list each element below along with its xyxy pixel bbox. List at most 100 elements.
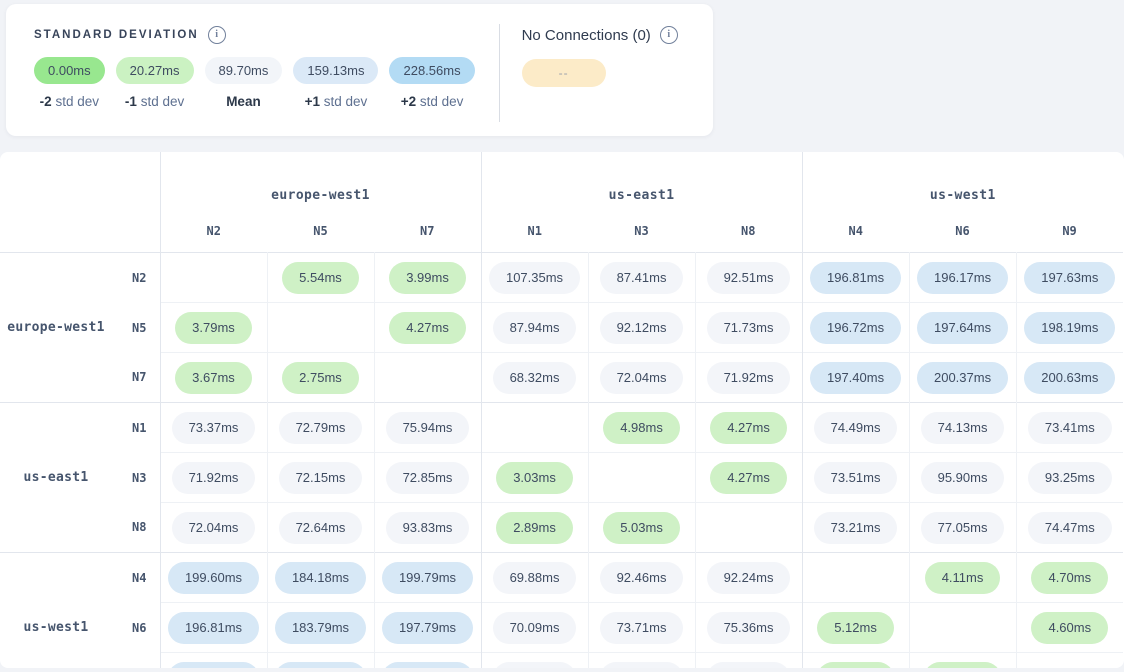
- latency-value-pill[interactable]: 74.49ms: [814, 412, 898, 444]
- latency-cell: [481, 403, 588, 453]
- latency-value-pill[interactable]: 68.32ms: [493, 362, 577, 394]
- latency-value-pill[interactable]: 197.64ms: [917, 312, 1008, 344]
- latency-value-pill[interactable]: 73.26ms: [707, 662, 791, 669]
- latency-value-pill[interactable]: 4.42ms: [817, 662, 894, 669]
- latency-value-pill[interactable]: 3.79ms: [175, 312, 252, 344]
- no-connections-info-icon[interactable]: i: [660, 26, 678, 44]
- latency-value-pill[interactable]: 75.94ms: [386, 412, 470, 444]
- latency-value-pill[interactable]: 73.51ms: [814, 462, 898, 494]
- latency-value-pill[interactable]: 69.88ms: [493, 562, 577, 594]
- latency-cell: 4.60ms: [1016, 603, 1123, 653]
- latency-value-pill[interactable]: 2.89ms: [496, 512, 573, 544]
- latency-value-pill[interactable]: 92.46ms: [600, 562, 684, 594]
- latency-value-pill[interactable]: 93.25ms: [1028, 462, 1112, 494]
- latency-cell: 3.99ms: [374, 253, 481, 303]
- latency-value-pill[interactable]: 2.75ms: [282, 362, 359, 394]
- latency-value-pill[interactable]: 4.27ms: [710, 462, 787, 494]
- latency-value-pill[interactable]: 87.94ms: [493, 312, 577, 344]
- latency-value-pill[interactable]: 4.27ms: [710, 412, 787, 444]
- latency-value-pill[interactable]: 4.27ms: [389, 312, 466, 344]
- latency-cell: 87.41ms: [588, 253, 695, 303]
- latency-cell: 93.25ms: [1016, 453, 1123, 503]
- latency-value-pill[interactable]: 77.05ms: [921, 512, 1005, 544]
- std-dev-info-icon[interactable]: i: [208, 26, 226, 44]
- latency-cell: 69.88ms: [481, 553, 588, 603]
- latency-value-pill[interactable]: 81.38ms: [600, 662, 684, 669]
- latency-value-pill[interactable]: 75.36ms: [707, 612, 791, 644]
- latency-value-pill[interactable]: 199.79ms: [382, 562, 473, 594]
- latency-value-pill[interactable]: 72.64ms: [279, 512, 363, 544]
- latency-value-pill[interactable]: 87.41ms: [600, 262, 684, 294]
- row-node-label: N9: [112, 653, 160, 669]
- latency-value-pill[interactable]: 72.04ms: [600, 362, 684, 394]
- latency-value-pill[interactable]: 196.17ms: [917, 262, 1008, 294]
- latency-value-pill[interactable]: 3.67ms: [175, 362, 252, 394]
- latency-cell: 71.73ms: [695, 303, 802, 353]
- latency-value-pill[interactable]: 184.18ms: [275, 562, 366, 594]
- latency-cell: 93.83ms: [374, 503, 481, 553]
- latency-value-pill[interactable]: 182.88ms: [275, 662, 366, 669]
- latency-value-pill[interactable]: 4.89ms: [924, 662, 1001, 669]
- latency-value-pill[interactable]: 92.12ms: [600, 312, 684, 344]
- latency-value-pill[interactable]: 73.41ms: [1028, 412, 1112, 444]
- latency-value-pill[interactable]: 74.13ms: [921, 412, 1005, 444]
- row-group-us-west1: us-west1N4199.60ms184.18ms199.79ms69.88m…: [0, 553, 1123, 669]
- latency-value-pill[interactable]: 72.15ms: [279, 462, 363, 494]
- latency-value-pill[interactable]: 5.54ms: [282, 262, 359, 294]
- row-node-label: N3: [112, 453, 160, 503]
- latency-cell: 200.63ms: [1016, 353, 1123, 403]
- row-group-europe-west1: europe-west1N25.54ms3.99ms107.35ms87.41m…: [0, 253, 1123, 403]
- latency-value-pill[interactable]: 71.73ms: [707, 312, 791, 344]
- latency-value-pill[interactable]: 200.37ms: [917, 362, 1008, 394]
- latency-value-pill[interactable]: 92.24ms: [707, 562, 791, 594]
- latency-value-pill[interactable]: 73.21ms: [814, 512, 898, 544]
- latency-value-pill[interactable]: 3.03ms: [496, 462, 573, 494]
- latency-value-pill[interactable]: 89.82ms: [493, 662, 577, 669]
- latency-value-pill[interactable]: 95.90ms: [921, 462, 1005, 494]
- latency-value-pill[interactable]: 72.85ms: [386, 462, 470, 494]
- latency-cell: 73.71ms: [588, 603, 695, 653]
- latency-value-pill[interactable]: 199.69ms: [382, 662, 473, 669]
- latency-value-pill[interactable]: 183.79ms: [275, 612, 366, 644]
- latency-value-pill[interactable]: 4.70ms: [1031, 562, 1108, 594]
- latency-value-pill[interactable]: 93.83ms: [386, 512, 470, 544]
- latency-value-pill[interactable]: 5.03ms: [603, 512, 680, 544]
- row-region-label: us-east1: [0, 403, 112, 553]
- latency-value-pill[interactable]: 200.63ms: [1024, 362, 1115, 394]
- latency-value-pill[interactable]: 74.47ms: [1028, 512, 1112, 544]
- latency-value-pill[interactable]: 196.81ms: [168, 612, 259, 644]
- latency-value-pill[interactable]: 199.57ms: [168, 662, 259, 669]
- latency-value-pill[interactable]: 196.81ms: [810, 262, 901, 294]
- latency-value-pill[interactable]: 92.51ms: [707, 262, 791, 294]
- std-dev-stop: 159.13ms+1 std dev: [293, 57, 378, 109]
- latency-value-pill[interactable]: 72.79ms: [279, 412, 363, 444]
- latency-cell: 199.57ms: [160, 653, 267, 669]
- latency-value-pill[interactable]: 197.40ms: [810, 362, 901, 394]
- latency-value-pill[interactable]: 197.63ms: [1024, 262, 1115, 294]
- latency-value-pill[interactable]: 199.60ms: [168, 562, 259, 594]
- latency-value-pill[interactable]: 107.35ms: [489, 262, 580, 294]
- latency-value-pill[interactable]: 71.92ms: [172, 462, 256, 494]
- latency-cell: 199.69ms: [374, 653, 481, 669]
- std-dev-stop: 228.56ms+2 std dev: [389, 57, 474, 109]
- latency-cell: 72.79ms: [267, 403, 374, 453]
- latency-value-pill[interactable]: 3.99ms: [389, 262, 466, 294]
- latency-cell: 184.18ms: [267, 553, 374, 603]
- latency-value-pill[interactable]: 196.72ms: [810, 312, 901, 344]
- latency-value-pill[interactable]: 73.71ms: [600, 612, 684, 644]
- latency-value-pill[interactable]: 5.12ms: [817, 612, 894, 644]
- latency-value-pill[interactable]: 73.37ms: [172, 412, 256, 444]
- std-dev-stop: 20.27ms-1 std dev: [116, 57, 194, 109]
- latency-value-pill[interactable]: 197.79ms: [382, 612, 473, 644]
- latency-cell: [802, 553, 909, 603]
- latency-value-pill[interactable]: 70.09ms: [493, 612, 577, 644]
- latency-cell: 5.12ms: [802, 603, 909, 653]
- latency-matrix-table: europe-west1us-east1us-west1N2N5N7N1N3N8…: [0, 152, 1123, 668]
- latency-value-pill[interactable]: 71.92ms: [707, 362, 791, 394]
- latency-value-pill[interactable]: 4.11ms: [925, 562, 1001, 594]
- latency-value-pill[interactable]: 4.98ms: [603, 412, 680, 444]
- latency-value-pill[interactable]: 4.60ms: [1031, 612, 1108, 644]
- latency-cell: 3.79ms: [160, 303, 267, 353]
- latency-value-pill[interactable]: 198.19ms: [1024, 312, 1115, 344]
- latency-value-pill[interactable]: 72.04ms: [172, 512, 256, 544]
